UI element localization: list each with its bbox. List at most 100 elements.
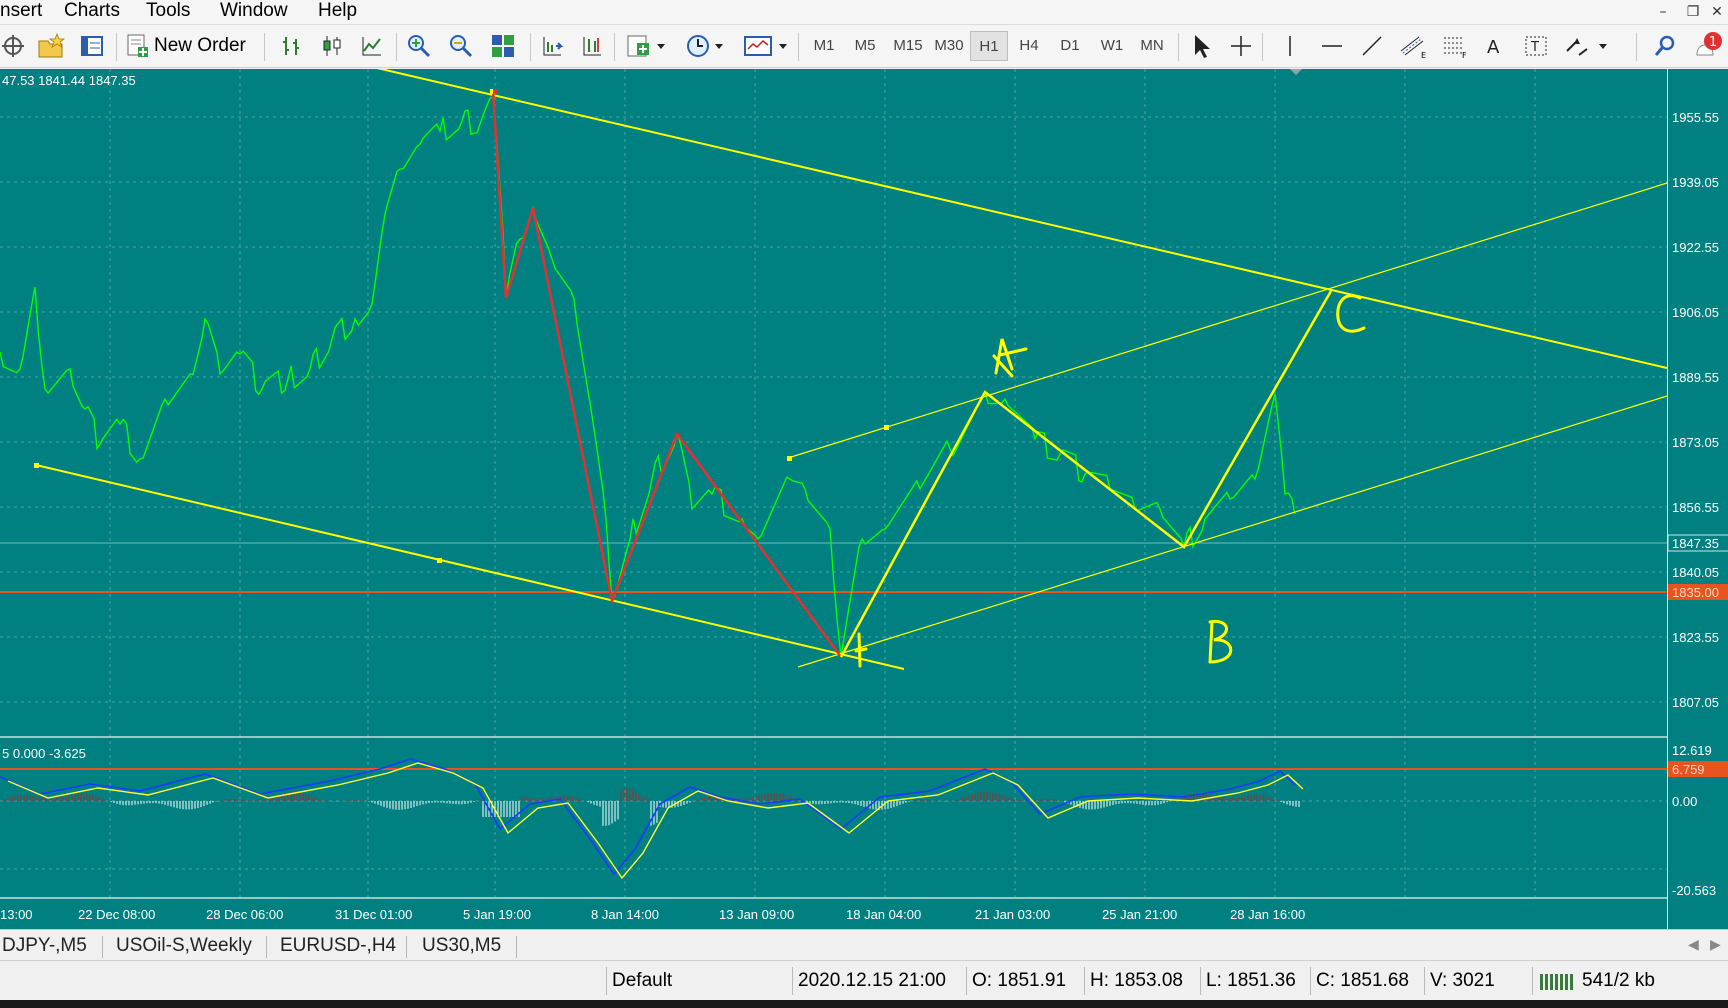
indicator-tick: 0.00 [1672,794,1697,809]
horizontal-line-icon[interactable] [1318,32,1346,60]
new-order-icon [127,34,148,57]
tab-scroll-right-icon[interactable]: ▶ [1710,932,1721,956]
indicator-tick: -20.563 [1672,883,1716,898]
crosshair-icon[interactable] [1228,32,1254,60]
chart-tab[interactable]: DJPY-,M5 [2,934,87,958]
chart-area[interactable]: 47.53 1841.44 1847.35 5 0.000 -3.625 13:… [0,69,1728,929]
auto-scroll-icon[interactable] [538,32,566,60]
impulse-start-point [493,89,498,94]
timeframe-m5[interactable]: M5 [847,31,883,61]
zoom-in-icon[interactable] [404,32,434,60]
status-profile: Default [612,970,673,991]
menu-window[interactable]: Window [220,0,288,24]
status-traffic: 541/2 kb [1582,970,1655,991]
trendline-anchor-points [34,89,889,563]
svg-text:E: E [1421,51,1426,59]
equidistant-channel-icon[interactable]: E [1398,32,1428,60]
timeframe-h4[interactable]: H4 [1011,31,1047,61]
time-tick: 25 Jan 21:00 [1102,907,1177,922]
menu-tools[interactable]: Tools [146,0,190,24]
search-icon[interactable] [1652,32,1678,60]
chart-tab[interactable]: USOil-S,Weekly [116,934,252,958]
timeframe-m30[interactable]: M30 [929,31,969,61]
timeframe-w1[interactable]: W1 [1094,31,1130,61]
macd-histogram [2,788,1300,826]
chart-shift-icon[interactable] [578,32,606,60]
timeframe-mn[interactable]: MN [1134,31,1170,61]
time-tick: 13:00 [0,907,33,922]
timeframe-m1[interactable]: M1 [806,31,842,61]
macd-signal-line [7,762,1304,880]
connection-status-icon [1540,961,1576,1001]
chart-shift-marker[interactable] [1290,69,1302,75]
price-axis[interactable]: 1955.55 1939.05 1922.55 1906.05 1889.55 … [1667,69,1728,929]
notification-count: 1 [1709,35,1717,50]
crosshair-navigator-icon[interactable] [0,32,26,60]
price-tick: 1939.05 [1672,175,1719,190]
trendline-icon[interactable] [1358,32,1386,60]
text-label-icon[interactable]: T [1522,32,1550,60]
bar-chart-icon[interactable] [278,32,306,60]
toolbar: New Order M1 M5 M15 M30 H1 H4 D1 W1 MN E… [0,25,1728,68]
status-low: L: 1851.36 [1206,970,1296,991]
close-icon[interactable]: ✕ [1706,2,1728,22]
label-mark-a [992,338,1028,378]
new-order-label: New Order [154,35,246,56]
grid [0,69,1667,899]
data-window-icon[interactable] [78,32,106,60]
templates-dropdown[interactable] [742,32,792,60]
timeframe-h1[interactable]: H1 [970,31,1008,61]
zoom-out-icon[interactable] [446,32,476,60]
menu-insert[interactable]: nsert [0,0,42,24]
price-tick: 1807.05 [1672,695,1719,710]
price-tick: 1823.55 [1672,630,1719,645]
price-tick: 1955.55 [1672,110,1719,125]
open-folder-star-icon[interactable] [36,32,66,60]
handwritten-wave-labels [854,294,1366,668]
status-bar: Default 2020.12.15 21:00 O: 1851.91 H: 1… [0,960,1728,1001]
tile-windows-icon[interactable] [488,32,518,60]
chart-tab[interactable]: EURUSD-,H4 [280,934,396,958]
periods-clock-dropdown[interactable] [684,32,730,60]
timeframe-m15[interactable]: M15 [888,31,928,61]
arrows-dropdown[interactable] [1562,32,1612,60]
chart-tabs: DJPY-,M5 USOil-S,Weekly EURUSD-,H4 US30,… [0,929,1728,960]
price-tick: 1906.05 [1672,305,1719,320]
timeframe-d1[interactable]: D1 [1052,31,1088,61]
price-tick: 1873.05 [1672,435,1719,450]
level-price-label: 1835.00 [1672,585,1719,600]
vertical-line-icon[interactable] [1278,32,1302,60]
time-tick: 31 Dec 01:00 [335,907,412,922]
notifications-icon[interactable]: 1 [1692,32,1726,60]
rising-channel-lower-line[interactable] [797,395,1668,668]
line-chart-icon[interactable] [358,32,386,60]
indicators-dropdown-button[interactable] [624,32,670,60]
indicator-level-label: 6.759 [1672,762,1705,777]
menu-help[interactable]: Help [318,0,357,24]
price-tick: 1840.05 [1672,565,1719,580]
price-tick: 1856.55 [1672,500,1719,515]
cursor-arrow-icon[interactable] [1188,32,1214,60]
indicator-header: 5 0.000 -3.625 [2,746,86,761]
rising-channel-upper-line[interactable] [787,182,1668,459]
new-order-button[interactable]: New Order [126,31,246,61]
indicator-tick: 12.619 [1672,743,1712,758]
chart-canvas[interactable]: 47.53 1841.44 1847.35 5 0.000 -3.625 13:… [0,69,1728,929]
taskbar-strip [0,1000,1728,1008]
fibonacci-retracement-icon[interactable]: F [1440,32,1470,60]
current-price-label: 1847.35 [1672,536,1719,551]
label-mark-b [1208,619,1233,664]
text-tool-icon[interactable]: A [1482,32,1508,60]
status-open: O: 1851.91 [972,970,1067,991]
menu-charts[interactable]: Charts [64,0,120,24]
status-high: H: 1853.08 [1090,970,1183,991]
tab-scroll-left-icon[interactable]: ◀ [1688,932,1699,956]
time-tick: 28 Jan 16:00 [1230,907,1305,922]
minimize-icon[interactable]: – [1652,2,1674,22]
candlestick-chart-icon[interactable] [318,32,346,60]
ohlc-header: 47.53 1841.44 1847.35 [2,73,136,88]
restore-icon[interactable]: ❐ [1682,2,1704,22]
chart-tab[interactable]: US30,M5 [422,934,501,958]
price-tick: 1889.55 [1672,370,1719,385]
time-tick: 22 Dec 08:00 [78,907,155,922]
